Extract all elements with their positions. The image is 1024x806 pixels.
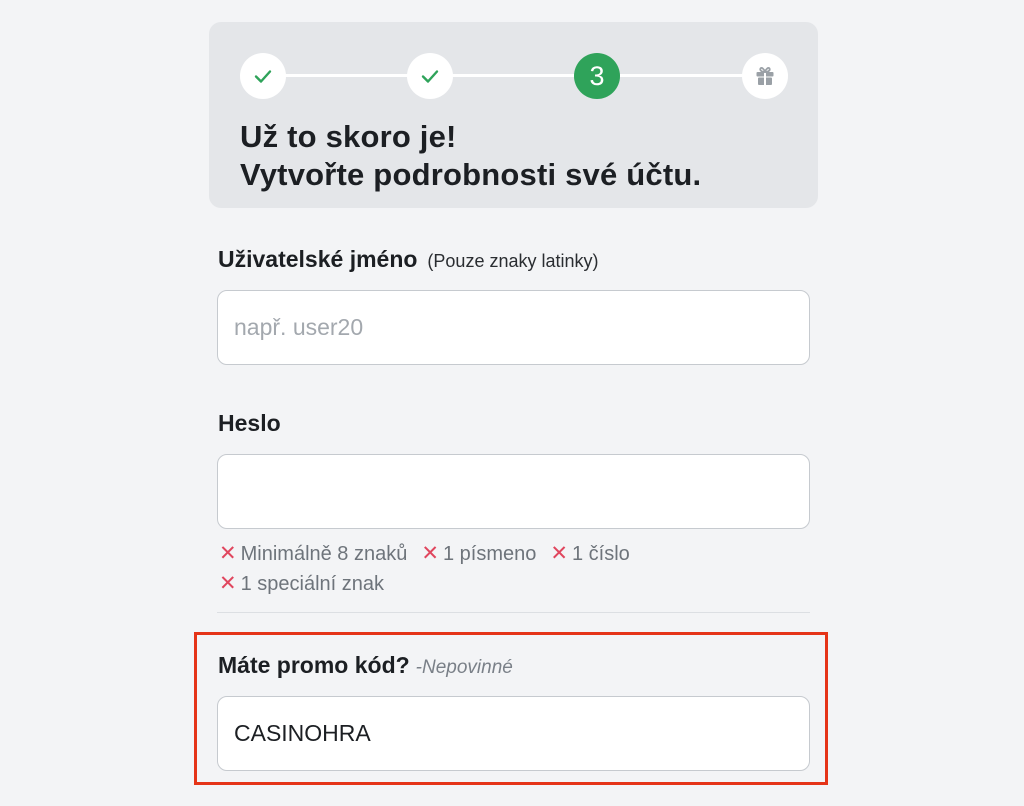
check-icon — [421, 70, 439, 83]
step-3-current: 3 — [574, 53, 620, 99]
username-label: Uživatelské jméno (Pouze znaky latinky) — [218, 246, 599, 273]
step-4-bonus — [742, 53, 788, 99]
password-requirements: ✕ Minimálně 8 znaků ✕ 1 písmeno ✕ 1 číslo ✕ 1 s… — [219, 539, 819, 599]
password-rule: ✕ 1 speciální znak — [219, 569, 384, 599]
x-icon: ✕ — [219, 542, 237, 565]
username-input[interactable] — [217, 290, 810, 365]
password-rule: ✕ 1 číslo — [550, 539, 629, 569]
password-rule: ✕ Minimálně 8 znaků — [219, 539, 407, 569]
section-divider — [217, 612, 810, 613]
username-label-note: (Pouze znaky latinky) — [427, 251, 599, 271]
username-label-text: Uživatelské jméno — [218, 246, 418, 272]
password-label: Heslo — [218, 410, 281, 437]
password-rule-text: 1 číslo — [571, 543, 630, 565]
password-input[interactable] — [217, 454, 810, 529]
password-label-text: Heslo — [218, 410, 281, 436]
title-line-2: Vytvořte podrobnosti své účtu. — [240, 157, 702, 192]
step-2-completed — [407, 53, 453, 99]
password-rule-text: Minimálně 8 znaků — [240, 543, 408, 565]
password-rule: ✕ 1 písmeno — [421, 539, 536, 569]
x-icon: ✕ — [219, 572, 237, 595]
promo-highlight-box — [194, 632, 828, 785]
password-rule-text: 1 speciální znak — [240, 573, 385, 595]
step-number: 3 — [589, 60, 605, 91]
step-1-completed — [240, 53, 286, 99]
check-icon — [254, 70, 272, 83]
x-icon: ✕ — [550, 542, 568, 565]
x-icon: ✕ — [421, 542, 439, 565]
password-rule-text: 1 písmeno — [442, 543, 537, 565]
page-title: Už to skoro je! Vytvořte podrobnosti své… — [240, 118, 701, 194]
stepper-track — [262, 74, 766, 77]
title-line-1: Už to skoro je! — [240, 119, 457, 154]
gift-icon — [756, 67, 774, 85]
